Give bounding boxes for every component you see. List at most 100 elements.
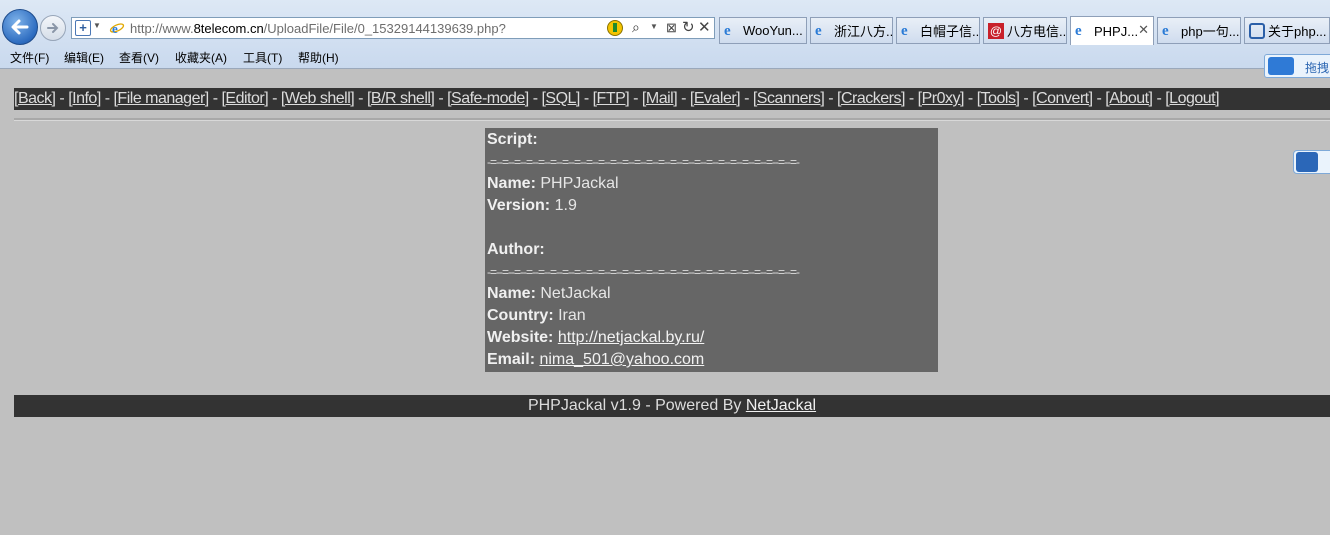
browser-tab[interactable]: @ 八方电信...: [983, 17, 1067, 44]
nav-separator: -: [55, 90, 69, 107]
tab-label: PHPJ...: [1094, 23, 1139, 39]
menu-edit[interactable]: 编辑(E): [64, 49, 104, 66]
separator-line: -=--=--=--=--=--=--=--=--=--=--=--=--=--…: [487, 265, 800, 279]
menu-file[interactable]: 文件(F): [10, 49, 49, 66]
tab-label: 关于php...: [1268, 24, 1327, 39]
nav-link[interactable]: [Evaler]: [690, 90, 741, 107]
nav-separator: -: [528, 90, 542, 107]
compat-view-icon[interactable]: ⊠: [666, 20, 677, 36]
drag-widget[interactable]: 拖拽: [1264, 54, 1330, 78]
ie-icon: e: [109, 21, 125, 36]
menu-tools[interactable]: 工具(T): [243, 49, 282, 66]
author-heading: Author:: [487, 241, 545, 258]
menu-help[interactable]: 帮助(H): [298, 49, 339, 66]
nav-separator: -: [100, 90, 114, 107]
nav-separator: -: [1152, 90, 1166, 107]
nav-separator: -: [208, 90, 222, 107]
nav-link[interactable]: [Convert]: [1032, 90, 1093, 107]
close-icon[interactable]: ✕: [1138, 22, 1149, 38]
footer: PHPJackal v1.9 - Powered By NetJackal: [14, 395, 1330, 417]
menu-favorites[interactable]: 收藏夹(A): [175, 49, 227, 66]
nav-separator: -: [268, 90, 281, 107]
nav-separator: -: [434, 90, 448, 107]
svg-text:e: e: [112, 21, 118, 36]
nav-separator: -: [904, 90, 918, 107]
bird-icon: [1296, 152, 1318, 172]
script-name: PHPJackal: [540, 175, 619, 192]
version-value: 1.9: [554, 197, 577, 214]
search-icon[interactable]: ⌕: [632, 19, 640, 36]
nav-link[interactable]: [Mail]: [642, 90, 678, 107]
nav-link[interactable]: [FTP]: [593, 90, 630, 107]
author-name: NetJackal: [540, 285, 611, 302]
drag-widget-label: 拖拽: [1305, 61, 1330, 75]
menu-view[interactable]: 查看(V): [119, 49, 159, 66]
back-button[interactable]: [2, 9, 38, 45]
nav-separator: -: [1092, 90, 1106, 107]
chevron-down-icon[interactable]: ▼: [650, 22, 658, 31]
arrow-right-icon: [47, 23, 59, 33]
nav-link[interactable]: [Tools]: [977, 90, 1020, 107]
email-link[interactable]: nima_501@yahoo.com: [539, 351, 704, 368]
browser-tab[interactable]: 关于php...: [1244, 17, 1330, 44]
new-tab-icon[interactable]: +: [75, 20, 91, 36]
nav-link[interactable]: [File manager]: [113, 90, 209, 107]
tab-label: WooYun...: [743, 23, 803, 38]
browser-tab[interactable]: e WooYun...: [719, 17, 807, 44]
about-panel: Script: -=--=--=--=--=--=--=--=--=--=--=…: [485, 128, 938, 372]
nav-link[interactable]: [Pr0xy]: [918, 90, 965, 107]
forward-button[interactable]: [40, 15, 66, 41]
divider: [14, 118, 1330, 121]
nav-separator: -: [629, 90, 642, 107]
nav-link[interactable]: [Web shell]: [281, 90, 355, 107]
nav-link[interactable]: [SQL]: [541, 90, 580, 107]
nav-link[interactable]: [Back]: [14, 90, 56, 107]
ie-icon: e: [1162, 22, 1169, 39]
refresh-icon[interactable]: ↻: [682, 18, 695, 36]
country-value: Iran: [558, 307, 586, 324]
menu-bar: 文件(F) 编辑(E) 查看(V) 收藏夹(A) 工具(T) 帮助(H): [0, 45, 1330, 67]
nav-link[interactable]: [B/R shell]: [367, 90, 435, 107]
country-label: Country:: [487, 307, 554, 324]
tab-label: php一句...: [1181, 24, 1240, 39]
nav-link[interactable]: [Info]: [68, 90, 101, 107]
nav-separator: -: [1019, 90, 1033, 107]
nav-separator: -: [824, 90, 838, 107]
nav-link[interactable]: [About]: [1105, 90, 1153, 107]
nav-link[interactable]: [Scanners]: [753, 90, 825, 107]
browser-tab[interactable]: e 白帽子信...: [896, 17, 980, 44]
chevron-down-icon[interactable]: ▼: [93, 21, 101, 30]
stop-icon[interactable]: ✕: [698, 18, 711, 36]
cloud-icon: [1268, 57, 1294, 75]
browser-chrome: + ▼ e http://www.8telecom.cn/UploadFile/…: [0, 0, 1330, 78]
ie-icon: e: [815, 22, 822, 39]
nav-separator: -: [354, 90, 367, 107]
compatibility-icon[interactable]: [607, 20, 623, 36]
address-bar[interactable]: + ▼ e http://www.8telecom.cn/UploadFile/…: [71, 17, 715, 39]
separator-line: -=--=--=--=--=--=--=--=--=--=--=--=--=--…: [487, 155, 800, 169]
nav-link[interactable]: [Editor]: [221, 90, 268, 107]
mail-at-icon: @: [988, 22, 1004, 39]
tab-label: 白帽子信...: [920, 24, 980, 39]
nav-link[interactable]: [Safe-mode]: [447, 90, 529, 107]
browser-tab[interactable]: e 浙江八方...: [810, 17, 893, 44]
footer-text: PHPJackal v1.9 - Powered By: [527, 397, 746, 414]
tab-label: 浙江八方...: [834, 24, 893, 39]
name-label: Name:: [487, 175, 536, 192]
browser-tab[interactable]: e php一句...: [1157, 17, 1241, 44]
floating-share-widget[interactable]: [1293, 150, 1330, 174]
version-label: Version:: [487, 197, 551, 214]
email-label: Email:: [487, 351, 536, 368]
tab-label: 八方电信...: [1007, 24, 1067, 39]
website-link[interactable]: http://netjackal.by.ru/: [558, 329, 704, 346]
browser-tab[interactable]: e PHPJ... ✕: [1070, 16, 1154, 45]
nav-separator: -: [579, 90, 593, 107]
footer-link[interactable]: NetJackal: [746, 397, 816, 414]
nav-separator: -: [677, 90, 690, 107]
nav-link[interactable]: [Crackers]: [837, 90, 905, 107]
ie-icon: e: [724, 22, 731, 39]
nav-link[interactable]: [Logout]: [1165, 90, 1219, 107]
url-text[interactable]: http://www.8telecom.cn/UploadFile/File/0…: [130, 21, 506, 36]
arrow-left-icon: [11, 19, 29, 35]
shell-nav-bar: [Back] - [Info] - [File manager] - [Edit…: [14, 88, 1330, 110]
